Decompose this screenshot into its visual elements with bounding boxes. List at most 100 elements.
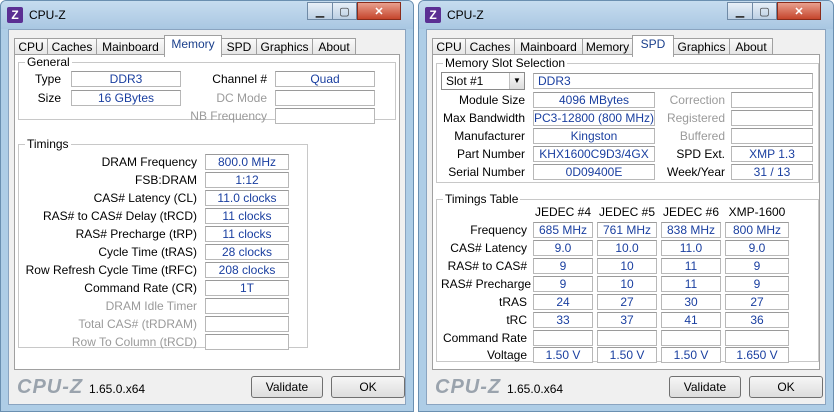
column-header: XMP-1600: [728, 205, 786, 219]
table-cell: 761 MHz: [597, 222, 657, 238]
slot-row-label: Module Size: [458, 93, 525, 107]
table-cell: 11: [661, 258, 721, 274]
table-cell: 838 MHz: [661, 222, 721, 238]
week-year-value: 31 / 13: [731, 164, 813, 180]
command-rate-value: 1T: [205, 280, 289, 296]
table-cell: 1.50 V: [597, 347, 657, 363]
table-row-label: RAS# to CAS#: [447, 259, 527, 273]
slot-row-label: Part Number: [456, 147, 525, 161]
maximize-button[interactable]: ▢: [752, 2, 777, 20]
ok-button[interactable]: OK: [331, 376, 405, 398]
spd-ext-label: SPD Ext.: [676, 147, 725, 161]
memory-type-value: DDR3: [533, 73, 813, 89]
validate-button[interactable]: Validate: [251, 376, 323, 398]
trfc-value: 208 clocks: [205, 262, 289, 278]
title-bar[interactable]: Z CPU-Z ▁ ▢ ✕: [419, 1, 833, 29]
maximize-button[interactable]: ▢: [332, 2, 357, 20]
minimize-button[interactable]: ▁: [307, 2, 333, 20]
table-cell: 9: [533, 258, 593, 274]
column-header: JEDEC #6: [662, 205, 720, 219]
trcd-value: 11 clocks: [205, 208, 289, 224]
version-label: 1.65.0.x64: [507, 382, 564, 396]
table-cell: 1.50 V: [533, 347, 593, 363]
table-row-label: Voltage: [486, 348, 527, 362]
timing-label: Row To Column (tRCD): [71, 335, 197, 349]
row-to-column-value: [205, 334, 289, 350]
spd-ext-value: XMP 1.3: [731, 146, 813, 162]
ok-button[interactable]: OK: [749, 376, 823, 398]
table-cell: 30: [661, 294, 721, 310]
tab-memory[interactable]: Memory: [164, 35, 222, 57]
timing-label: FSB:DRAM: [134, 173, 197, 187]
timings-table-group-title: Timings Table: [443, 192, 521, 206]
chevron-down-icon[interactable]: ▼: [509, 73, 524, 89]
module-size-value: 4096 MBytes: [533, 92, 655, 108]
cas-latency-value: 11.0 clocks: [205, 190, 289, 206]
slot-row-label: Manufacturer: [454, 129, 525, 143]
general-group-title: General: [25, 55, 72, 69]
timings-group: Timings DRAM Frequency 800.0 MHz FSB:DRA…: [18, 137, 308, 350]
table-cell: 37: [597, 312, 657, 328]
cpuz-window-spd: Z CPU-Z ▁ ▢ ✕ CPU Caches Mainboard Memor…: [418, 0, 834, 412]
registered-value: [731, 110, 813, 126]
tab-spd[interactable]: SPD: [632, 35, 674, 57]
table-cell: 9.0: [725, 240, 789, 256]
timing-label: Command Rate (CR): [84, 281, 197, 295]
timing-label: DRAM Idle Timer: [105, 299, 197, 313]
table-cell: 10.0: [597, 240, 657, 256]
timing-label: RAS# Precharge (tRP): [75, 227, 197, 241]
cpuz-logo: CPU-Z: [17, 376, 84, 398]
table-cell: 24: [533, 294, 593, 310]
window-client: CPU Caches Mainboard Memory SPD Graphics…: [426, 29, 826, 405]
serial-number-value: 0D09400E: [533, 164, 655, 180]
correction-value: [731, 92, 813, 108]
week-year-label: Week/Year: [666, 165, 725, 179]
tras-value: 28 clocks: [205, 244, 289, 260]
cpuz-app-icon: Z: [425, 7, 441, 23]
spd-tab-panel: Memory Slot Selection Slot #1 ▼ DDR3 Mod…: [432, 54, 820, 370]
dc-mode-value: [275, 90, 375, 106]
type-value: DDR3: [71, 71, 181, 87]
channel-value: Quad: [275, 71, 375, 87]
close-button[interactable]: ✕: [357, 2, 401, 20]
table-cell: 27: [725, 294, 789, 310]
cpuz-logo: CPU-Z: [435, 376, 502, 398]
timing-label: DRAM Frequency: [101, 155, 197, 169]
memory-slot-group-title: Memory Slot Selection: [443, 56, 568, 70]
slot-row-label: Max Bandwidth: [442, 111, 525, 125]
memory-tab-panel: General Type DDR3 Size 16 GBytes Channel…: [14, 54, 400, 370]
column-header: JEDEC #4: [534, 205, 592, 219]
size-label: Size: [37, 91, 61, 105]
version-label: 1.65.0.x64: [89, 382, 146, 396]
timings-table-group: Timings Table JEDEC #4 JEDEC #5 JEDEC #6…: [436, 192, 819, 363]
minimize-button[interactable]: ▁: [727, 2, 753, 20]
footer: CPU-Z 1.65.0.x64 Validate OK: [9, 370, 405, 404]
total-cas-value: [205, 316, 289, 332]
table-cell: 1.50 V: [661, 347, 721, 363]
table-cell: [661, 330, 721, 346]
timing-label: Cycle Time (tRAS): [98, 245, 197, 259]
table-cell: [725, 330, 789, 346]
timing-label: Total CAS# (tRDRAM): [78, 317, 197, 331]
cpuz-window-memory: Z CPU-Z ▁ ▢ ✕ CPU Caches Mainboard Memor…: [0, 0, 414, 412]
title-bar[interactable]: Z CPU-Z ▁ ▢ ✕: [1, 1, 413, 29]
validate-button[interactable]: Validate: [669, 376, 741, 398]
table-cell: 33: [533, 312, 593, 328]
size-value: 16 GBytes: [71, 90, 181, 106]
registered-label: Registered: [666, 111, 725, 125]
table-cell: [533, 330, 593, 346]
dc-mode-label: DC Mode: [216, 91, 267, 105]
nb-frequency-value: [275, 108, 375, 124]
dram-idle-timer-value: [205, 298, 289, 314]
table-cell: 1.650 V: [725, 347, 789, 363]
close-button[interactable]: ✕: [777, 2, 821, 20]
window-title: CPU-Z: [447, 8, 484, 22]
tab-strip: CPU Caches Mainboard Memory SPD Graphics…: [14, 35, 400, 57]
table-row-label: tRAS: [498, 295, 527, 309]
part-number-value: KHX1600C9D3/4GX: [533, 146, 655, 162]
channel-label: Channel #: [212, 72, 267, 86]
nb-frequency-label: NB Frequency: [190, 109, 267, 123]
dram-frequency-value: 800.0 MHz: [205, 154, 289, 170]
slot-select[interactable]: Slot #1 ▼: [441, 72, 525, 90]
table-cell: 9: [725, 276, 789, 292]
